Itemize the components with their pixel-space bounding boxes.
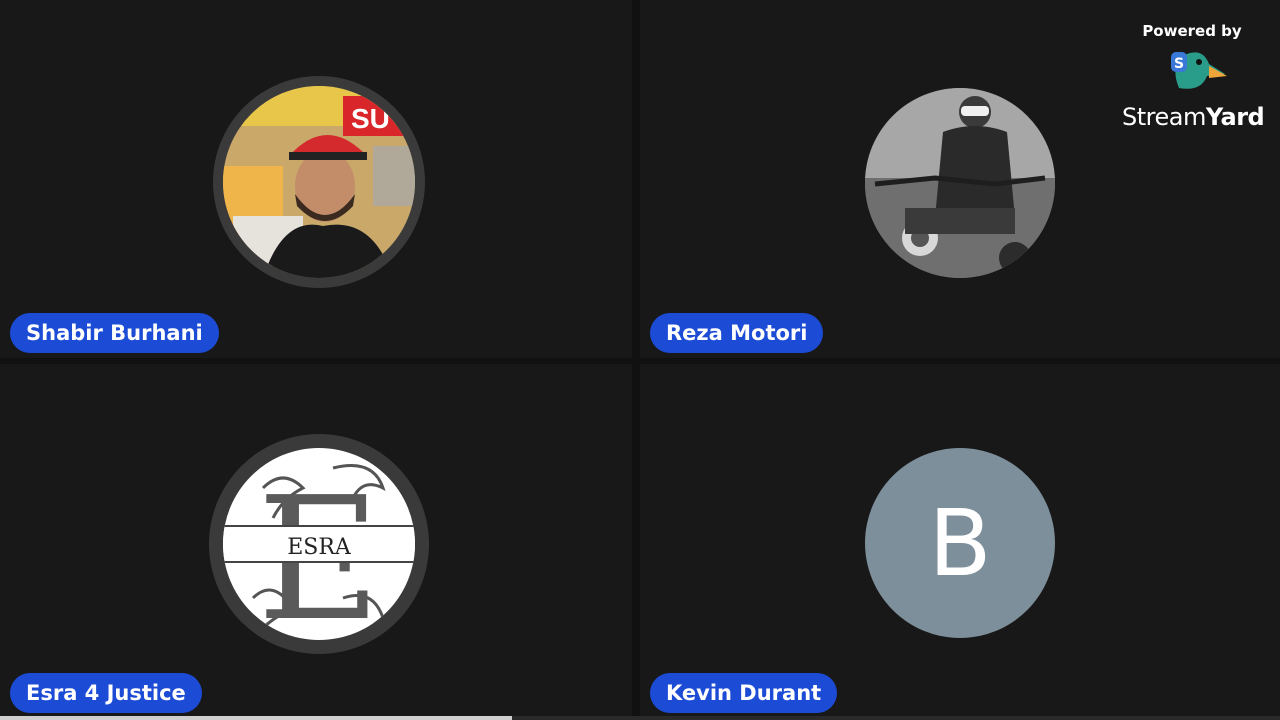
participant-name-badge: Shabir Burhani: [10, 313, 219, 353]
streamyard-logo-text: StreamYard: [1122, 103, 1265, 131]
participant-name-badge: Esra 4 Justice: [10, 673, 202, 713]
participant-tile-reza-motori[interactable]: Reza Motori Powered by S StreamYard: [640, 0, 1280, 358]
participant-tile-shabir-burhani[interactable]: SU Shabir Burhani: [0, 0, 632, 358]
logo-word-stream: Stream: [1122, 103, 1206, 131]
powered-by-label: Powered by: [1142, 22, 1242, 40]
avatar-photo: SU: [223, 86, 415, 278]
avatar-photo-image: SU: [223, 86, 415, 278]
streamyard-branding: Powered by S StreamYard: [1122, 22, 1265, 131]
participant-name-badge: Reza Motori: [650, 313, 824, 353]
duck-logo-icon: S: [1171, 52, 1227, 89]
avatar-photo: [865, 88, 1055, 278]
svg-text:S: S: [1174, 56, 1184, 72]
monogram-text: ESRA: [287, 535, 352, 560]
logo-word-yard: Yard: [1205, 103, 1265, 131]
progress-bar-fill: [0, 716, 512, 720]
participant-tile-kevin-durant[interactable]: B Kevin Durant: [640, 364, 1280, 720]
monogram-logo-icon: E ESRA: [223, 461, 415, 640]
avatar-photo-image: [865, 88, 1055, 278]
participant-tile-esra-4-justice[interactable]: E ESRA Esra 4 Justice: [0, 364, 632, 720]
participant-name-badge: Kevin Durant: [650, 673, 838, 713]
avatar-monogram: E ESRA: [223, 448, 415, 640]
progress-bar[interactable]: [0, 716, 1280, 720]
avatar-initial-letter: B: [928, 489, 992, 597]
avatar-initial: B: [865, 448, 1055, 638]
